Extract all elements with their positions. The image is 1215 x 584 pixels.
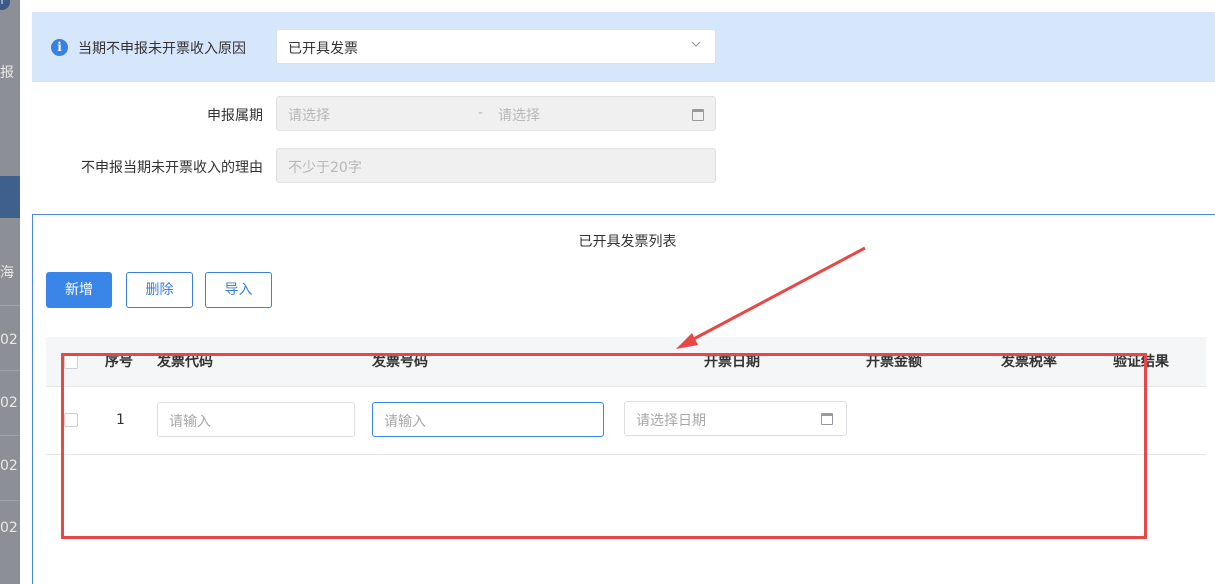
period-start-placeholder: 请选择 bbox=[288, 108, 330, 124]
period-range-separator: - bbox=[478, 105, 484, 121]
invoice-list-title: 已开具发票列表 bbox=[578, 234, 677, 250]
background-divider bbox=[0, 370, 20, 371]
reason-text-input[interactable]: 不少于20字 bbox=[276, 148, 716, 183]
period-label: 申报属期 bbox=[207, 108, 263, 124]
reason-text-placeholder: 不少于20字 bbox=[288, 160, 362, 176]
reason-label: 当期不申报未开票收入原因 bbox=[78, 41, 246, 57]
background-highlight bbox=[0, 176, 20, 218]
reason-banner: i 当期不申报未开票收入原因 已开具发票 bbox=[32, 12, 1215, 82]
annotation-highlight-box bbox=[61, 353, 1147, 539]
info-icon: i bbox=[51, 39, 68, 56]
background-divider bbox=[0, 305, 20, 306]
app-root: i 报 海 02 02 02 02 i 当期不申报未开票收入原因 已开具发票 申… bbox=[0, 0, 1215, 584]
period-end-placeholder: 请选择 bbox=[498, 108, 540, 124]
background-text-fragment: 02 bbox=[0, 458, 18, 474]
background-text-fragment: 02 bbox=[0, 332, 18, 348]
background-text-fragment: 海 bbox=[0, 265, 14, 281]
delete-button[interactable]: 删除 bbox=[126, 272, 193, 308]
reason-select-value: 已开具发票 bbox=[288, 41, 358, 57]
period-range-picker[interactable]: 请选择 - 请选择 bbox=[276, 96, 716, 131]
add-button[interactable]: 新增 bbox=[46, 272, 112, 308]
background-text-fragment: 02 bbox=[0, 520, 18, 536]
background-divider bbox=[0, 435, 20, 436]
reason-select[interactable]: 已开具发票 bbox=[276, 29, 716, 64]
chevron-down-icon bbox=[691, 41, 701, 47]
import-button[interactable]: 导入 bbox=[205, 272, 272, 308]
background-info-icon: i bbox=[0, 0, 10, 10]
background-divider bbox=[0, 500, 20, 501]
calendar-icon bbox=[692, 109, 704, 121]
background-sidebar: i 报 海 02 02 02 02 bbox=[0, 0, 20, 584]
reason-text-label: 不申报当期未开票收入的理由 bbox=[81, 160, 263, 176]
background-text-fragment: 报 bbox=[0, 65, 14, 81]
background-text-fragment: 02 bbox=[0, 395, 18, 411]
